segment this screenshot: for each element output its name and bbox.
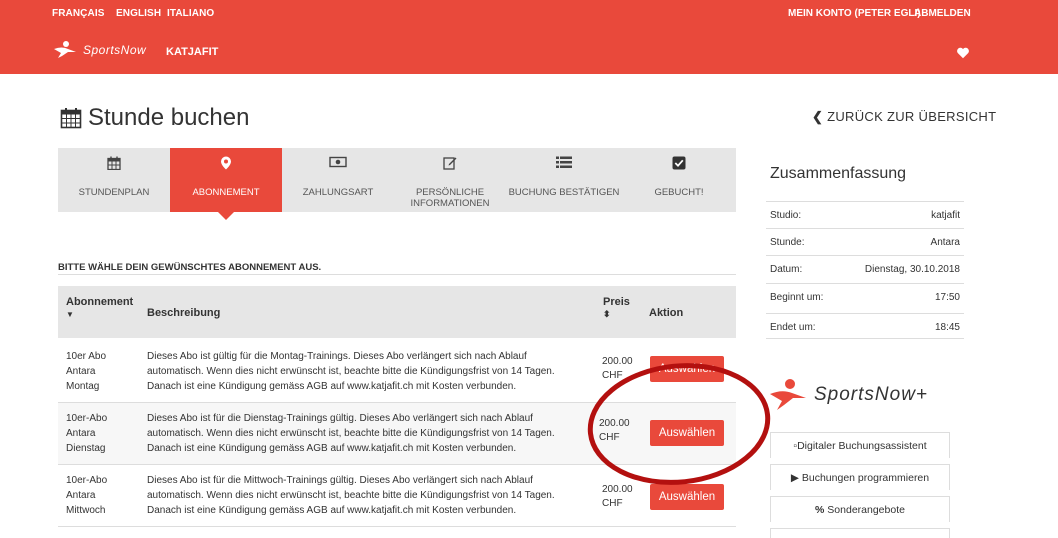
sportsnow-figure-icon bbox=[770, 379, 806, 410]
subscription-description: Dieses Abo ist für die Dienstag-Training… bbox=[147, 413, 555, 454]
heart-icon[interactable] bbox=[956, 46, 970, 60]
nav-bar bbox=[0, 26, 1058, 74]
summary-value: Antara bbox=[930, 237, 960, 248]
sort-icon: ⬍ bbox=[603, 309, 611, 319]
money-icon bbox=[329, 156, 347, 168]
step-abonnement[interactable]: ABONNEMENT bbox=[170, 148, 282, 220]
back-to-overview-link[interactable]: ❮ ZURÜCK ZUR ÜBERSICHT bbox=[812, 109, 996, 125]
sportsnow-plus-logo-text: SportsNow+ bbox=[814, 384, 929, 405]
sportsnow-logo-text: SportsNow bbox=[83, 43, 147, 57]
lang-italiano-link[interactable]: ITALIANO bbox=[167, 8, 214, 19]
sort-down-icon: ▼ bbox=[66, 310, 74, 319]
summary-row-endet: Endet um: 18:45 bbox=[766, 313, 964, 339]
summary-key: Studio: bbox=[770, 210, 802, 221]
step-buchung-bestaetigen[interactable]: BUCHUNG BESTÄTIGEN bbox=[506, 148, 622, 212]
col-header-beschreibung: Beschreibung bbox=[147, 307, 221, 319]
step-label: STUNDENPLAN bbox=[78, 187, 150, 198]
step-label: BUCHUNG BESTÄTIGEN bbox=[508, 187, 620, 198]
summary-row-stunde: Stunde: Antara bbox=[766, 228, 964, 254]
step-label: ZAHLUNGSART bbox=[302, 187, 374, 198]
summary-key: Stunde: bbox=[770, 237, 805, 248]
special-offers-link[interactable]: % Sonderangebote bbox=[770, 496, 950, 522]
my-account-link[interactable]: MEIN KONTO (PETER EGLI) bbox=[788, 8, 921, 19]
summary-value: Dienstag, 30.10.2018 bbox=[864, 264, 960, 275]
subscription-description: Dieses Abo ist gültig für die Montag-Tra… bbox=[147, 351, 555, 392]
chevron-left-icon: ❮ bbox=[812, 109, 824, 124]
subscription-name: 10er Abo Antara Montag bbox=[66, 351, 107, 392]
subscription-name: 10er-Abo Antara Mittwoch bbox=[66, 475, 108, 516]
summary-title: Zusammenfassung bbox=[770, 165, 907, 182]
summary-row-studio: Studio: katjafit bbox=[766, 201, 964, 227]
summary-key: Beginnt um: bbox=[770, 292, 824, 303]
calendar-icon bbox=[60, 108, 82, 129]
step-label: GEBUCHT! bbox=[654, 187, 704, 198]
step-zahlungsart[interactable]: ZAHLUNGSART bbox=[282, 148, 394, 212]
percent-icon: % bbox=[815, 504, 825, 516]
plus-item-partial bbox=[770, 528, 950, 538]
divider bbox=[58, 274, 736, 275]
back-link-label: ZURÜCK ZUR ÜBERSICHT bbox=[827, 109, 997, 124]
summary-row-beginnt: Beginnt um: 17:50 bbox=[766, 283, 964, 309]
annotation-circle bbox=[587, 363, 771, 485]
summary-row-datum: Datum: Dienstag, 30.10.2018 bbox=[766, 255, 964, 281]
sportsnow-logo[interactable]: SportsNow bbox=[52, 40, 146, 60]
table-header: Abonnement ▼ Beschreibung Preis ⬍ Aktion bbox=[58, 286, 736, 338]
step-label: PERSÖNLICHE INFORMATIONEN bbox=[410, 187, 490, 209]
calendar-icon bbox=[107, 156, 121, 170]
sportsnow-plus-logo: SportsNow+ bbox=[768, 378, 928, 412]
step-gebucht[interactable]: GEBUCHT! bbox=[622, 148, 736, 212]
summary-value: 17:50 bbox=[934, 292, 960, 303]
step-persoenliche-informationen[interactable]: PERSÖNLICHE INFORMATIONEN bbox=[394, 148, 506, 212]
lang-francais-link[interactable]: FRANÇAIS bbox=[52, 8, 104, 19]
play-icon: ▶ bbox=[790, 472, 799, 484]
program-bookings-link[interactable]: ▶ Buchungen programmieren bbox=[770, 464, 950, 490]
page-title-text: Stunde buchen bbox=[88, 104, 250, 131]
logout-link[interactable]: ABMELDEN bbox=[914, 8, 971, 19]
booking-steps: STUNDENPLAN ABONNEMENT ZAHLUNGSART PERSÖ… bbox=[58, 148, 736, 220]
page-title: Stunde buchen bbox=[60, 104, 249, 132]
step-stundenplan[interactable]: STUNDENPLAN bbox=[58, 148, 170, 212]
sportsnow-figure-icon bbox=[54, 41, 76, 58]
club-name[interactable]: KATJAFIT bbox=[166, 46, 218, 58]
summary-value: 18:45 bbox=[934, 322, 960, 333]
col-header-preis[interactable]: Preis ⬍ bbox=[603, 296, 630, 320]
edit-icon bbox=[443, 157, 457, 170]
step-label: ABONNEMENT bbox=[192, 187, 260, 198]
map-marker-icon bbox=[221, 156, 231, 170]
section-heading: BITTE WÄHLE DEIN GEWÜNSCHTES ABONNEMENT … bbox=[58, 262, 322, 273]
summary-key: Datum: bbox=[770, 264, 803, 275]
subscription-description: Dieses Abo ist für die Mittwoch-Training… bbox=[147, 475, 555, 516]
col-header-aktion: Aktion bbox=[649, 307, 684, 319]
summary-value: katjafit bbox=[931, 210, 960, 221]
list-icon bbox=[556, 156, 572, 168]
col-header-abonnement[interactable]: Abonnement ▼ bbox=[66, 296, 133, 320]
check-square-icon bbox=[672, 156, 686, 170]
summary-key: Endet um: bbox=[770, 322, 816, 333]
digital-booking-assistant-link[interactable]: ▫Digitaler Buchungsassistent bbox=[770, 432, 950, 458]
subscription-name: 10er-Abo Antara Dienstag bbox=[66, 413, 108, 454]
lang-english-link[interactable]: ENGLISH bbox=[116, 8, 161, 19]
